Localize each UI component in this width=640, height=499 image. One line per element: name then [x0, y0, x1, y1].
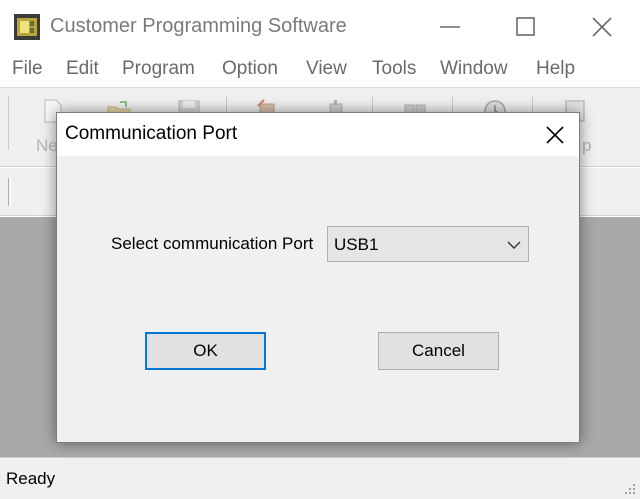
menu-bar: File Edit Program Option View Tools Wind…	[0, 54, 640, 86]
ok-button[interactable]: OK	[145, 332, 266, 370]
menu-file[interactable]: File	[12, 58, 43, 80]
dialog-title: Communication Port	[65, 123, 238, 144]
window-close-button[interactable]	[564, 0, 640, 54]
communication-port-dialog: Communication Port Select communication …	[56, 112, 580, 443]
minimize-icon	[440, 26, 460, 28]
menu-option[interactable]: Option	[222, 58, 278, 80]
menu-tools[interactable]: Tools	[372, 58, 416, 80]
chevron-down-icon	[507, 241, 521, 249]
menu-help[interactable]: Help	[536, 58, 575, 80]
cancel-button[interactable]: Cancel	[378, 332, 499, 370]
menu-view[interactable]: View	[306, 58, 347, 80]
port-select-value: USB1	[334, 235, 379, 254]
menu-window[interactable]: Window	[440, 58, 508, 80]
menu-edit[interactable]: Edit	[66, 58, 99, 80]
status-bar: Ready	[0, 457, 640, 499]
close-icon	[546, 126, 564, 144]
minimize-button[interactable]	[412, 0, 488, 54]
maximize-icon	[516, 17, 535, 36]
toolbar-label-new: Ne	[36, 136, 58, 155]
port-select-label: Select communication Port	[111, 234, 314, 253]
app-chip-icon	[14, 14, 40, 40]
toolbar-label-help: p	[582, 136, 592, 155]
status-text: Ready	[6, 469, 56, 488]
resize-grip-icon[interactable]	[622, 481, 636, 495]
toolbar-grip[interactable]	[8, 178, 11, 206]
menu-program[interactable]: Program	[122, 58, 195, 80]
communication-port-select[interactable]: USB1	[327, 226, 529, 262]
close-icon	[592, 17, 612, 37]
main-title-bar[interactable]: Customer Programming Software	[0, 0, 640, 54]
window-title: Customer Programming Software	[50, 15, 347, 37]
toolbar-separator	[8, 96, 9, 150]
dialog-title-bar[interactable]: Communication Port	[57, 113, 579, 156]
maximize-button[interactable]	[488, 0, 564, 54]
dialog-close-button[interactable]	[529, 113, 579, 156]
